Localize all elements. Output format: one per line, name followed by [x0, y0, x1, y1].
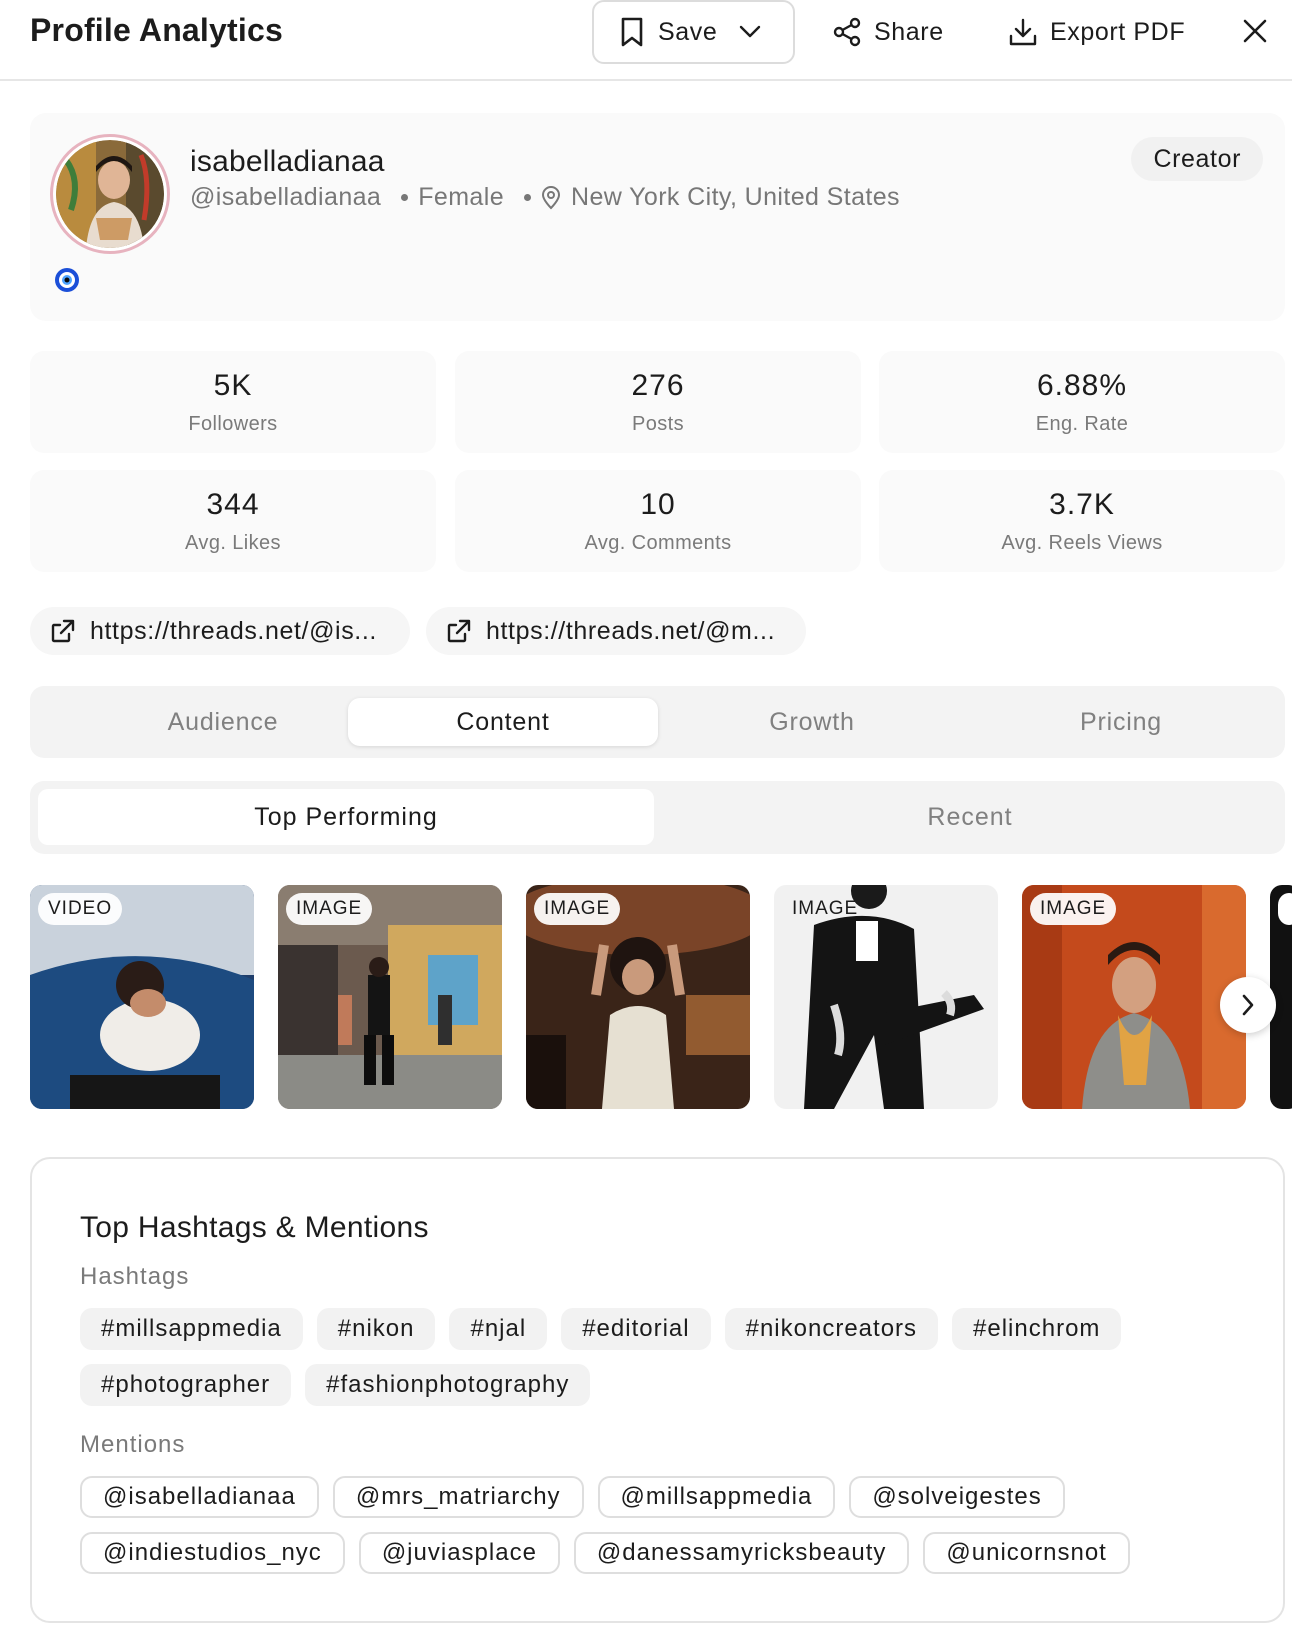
- stat-label: Avg. Reels Views: [1001, 532, 1163, 554]
- hashtags-mentions-card: Top Hashtags & Mentions Hashtags #millsa…: [30, 1157, 1285, 1623]
- external-link-threads-2[interactable]: https://threads.net/@m...: [426, 607, 806, 655]
- profile-location: New York City, United States: [571, 183, 900, 211]
- media-type-badge: VIDEO: [38, 893, 123, 925]
- tab-growth[interactable]: Growth: [657, 698, 967, 746]
- stat-label: Followers: [188, 413, 278, 435]
- hashtag-chip[interactable]: #fashionphotography: [305, 1364, 591, 1406]
- location-pin-icon: [541, 185, 561, 210]
- separator-dot: [524, 194, 531, 201]
- hashtag-chip[interactable]: #photographer: [80, 1364, 292, 1406]
- media-type-badge: IMAGE: [534, 893, 621, 925]
- subtab-recent[interactable]: Recent: [662, 789, 1278, 845]
- media-type-badge: IMAGE: [792, 898, 859, 919]
- mention-chip[interactable]: @solveigestes: [849, 1476, 1065, 1518]
- share-label: Share: [874, 17, 944, 46]
- stat-label: Posts: [631, 413, 685, 435]
- profile-name: isabelladianaa: [190, 145, 385, 178]
- media-post-1[interactable]: VIDEO: [30, 885, 254, 1109]
- chevron-right-icon: [1241, 993, 1255, 1017]
- stat-value: 6.88%: [1036, 369, 1128, 402]
- external-link-threads-1[interactable]: https://threads.net/@is...: [30, 607, 410, 655]
- external-link-icon: [50, 618, 76, 644]
- content-subtabs: Top Performing Recent: [30, 781, 1285, 854]
- hashtag-chip[interactable]: #editorial: [561, 1308, 711, 1350]
- mention-chip[interactable]: @mrs_matriarchy: [332, 1476, 584, 1518]
- creator-badge: Creator: [1131, 137, 1263, 181]
- media-post-2[interactable]: IMAGE: [278, 885, 502, 1109]
- share-button[interactable]: Share: [832, 12, 944, 52]
- bookmark-icon: [620, 17, 644, 47]
- avatar-photo: [56, 140, 164, 248]
- save-button[interactable]: Save: [592, 0, 795, 64]
- link-text: https://threads.net/@m...: [486, 616, 776, 645]
- mention-chip[interactable]: @unicornsnot: [923, 1532, 1130, 1574]
- media-type-badge: IMAGE: [1030, 893, 1117, 925]
- header: Profile Analytics Save Share Export PDF: [0, 0, 1292, 81]
- main-tabs: Audience Content Growth Pricing: [30, 686, 1285, 758]
- media-post-3[interactable]: IMAGE: [526, 885, 750, 1109]
- carousel-next-button[interactable]: [1220, 977, 1276, 1033]
- close-icon: [1243, 19, 1267, 43]
- stat-label: Avg. Comments: [584, 532, 732, 554]
- link-text: https://threads.net/@is...: [90, 616, 377, 645]
- save-label: Save: [658, 17, 718, 46]
- stat-posts: 276 Posts: [455, 351, 861, 453]
- hashtag-chip[interactable]: #nikon: [316, 1308, 436, 1350]
- tab-pricing[interactable]: Pricing: [966, 698, 1276, 746]
- hashtag-chip[interactable]: #millsappmedia: [80, 1308, 303, 1350]
- mention-row: @isabelladianaa @mrs_matriarchy @millsap…: [80, 1476, 1065, 1518]
- mentions-label: Mentions: [80, 1431, 186, 1458]
- profile-gender: Female: [418, 183, 504, 211]
- stat-avg-comments: 10 Avg. Comments: [455, 470, 861, 572]
- hashtag-row: #millsappmedia #nikon #njal #editorial #…: [80, 1308, 1122, 1350]
- media-post-5[interactable]: IMAGE: [1022, 885, 1246, 1109]
- separator-dot: [401, 194, 409, 201]
- export-pdf-button[interactable]: Export PDF: [1008, 12, 1185, 52]
- chevron-down-icon[interactable]: [739, 25, 761, 39]
- tab-audience[interactable]: Audience: [68, 698, 378, 746]
- stat-followers: 5K Followers: [30, 351, 436, 453]
- mention-chip[interactable]: @indiestudios_nyc: [80, 1532, 345, 1574]
- mention-row: @indiestudios_nyc @juviasplace @danessam…: [80, 1532, 1130, 1574]
- stat-label: Eng. Rate: [1035, 413, 1129, 435]
- mention-chip[interactable]: @isabelladianaa: [80, 1476, 319, 1518]
- profile-meta: @isabelladianaa Female New York City, Un…: [190, 183, 900, 212]
- hashtag-chip[interactable]: #njal: [449, 1308, 548, 1350]
- media-post-4[interactable]: IMAGE: [774, 885, 998, 1109]
- stat-avg-reels-views: 3.7K Avg. Reels Views: [879, 470, 1285, 572]
- media-carousel: VIDEO IMAGE IMAGE IMAGE IMAGE: [30, 885, 1292, 1110]
- stat-avg-likes: 344 Avg. Likes: [30, 470, 436, 572]
- page-title: Profile Analytics: [30, 12, 283, 48]
- stat-value: 5K: [213, 369, 253, 402]
- stat-value: 276: [631, 369, 685, 402]
- stat-value: 3.7K: [1049, 488, 1115, 521]
- close-button[interactable]: [1238, 14, 1272, 48]
- profile-handle: @isabelladianaa: [190, 183, 382, 211]
- export-label: Export PDF: [1050, 17, 1186, 46]
- stat-value: 344: [206, 488, 260, 521]
- mention-chip[interactable]: @juviasplace: [358, 1532, 560, 1574]
- section-title: Top Hashtags & Mentions: [80, 1211, 429, 1244]
- stat-engagement-rate: 6.88% Eng. Rate: [879, 351, 1285, 453]
- hashtag-row: #photographer #fashionphotography: [80, 1364, 591, 1406]
- share-icon: [832, 17, 862, 47]
- hashtags-label: Hashtags: [80, 1263, 190, 1290]
- mention-chip[interactable]: @millsappmedia: [597, 1476, 836, 1518]
- media-type-badge: IMAGE: [286, 893, 373, 925]
- stat-value: 10: [640, 488, 676, 521]
- hashtag-chip[interactable]: #nikoncreators: [724, 1308, 939, 1350]
- avatar[interactable]: [50, 134, 170, 254]
- download-icon: [1008, 17, 1038, 47]
- tab-content[interactable]: Content: [348, 698, 658, 746]
- profile-card: isabelladianaa @isabelladianaa Female Ne…: [30, 113, 1285, 321]
- stat-label: Avg. Likes: [185, 532, 281, 554]
- subtab-top-performing[interactable]: Top Performing: [38, 789, 654, 845]
- mention-chip[interactable]: @danessamyricksbeauty: [573, 1532, 910, 1574]
- hashtag-chip[interactable]: #elinchrom: [952, 1308, 1122, 1350]
- evil-eye-emoji-icon: [54, 267, 80, 293]
- external-link-icon: [446, 618, 472, 644]
